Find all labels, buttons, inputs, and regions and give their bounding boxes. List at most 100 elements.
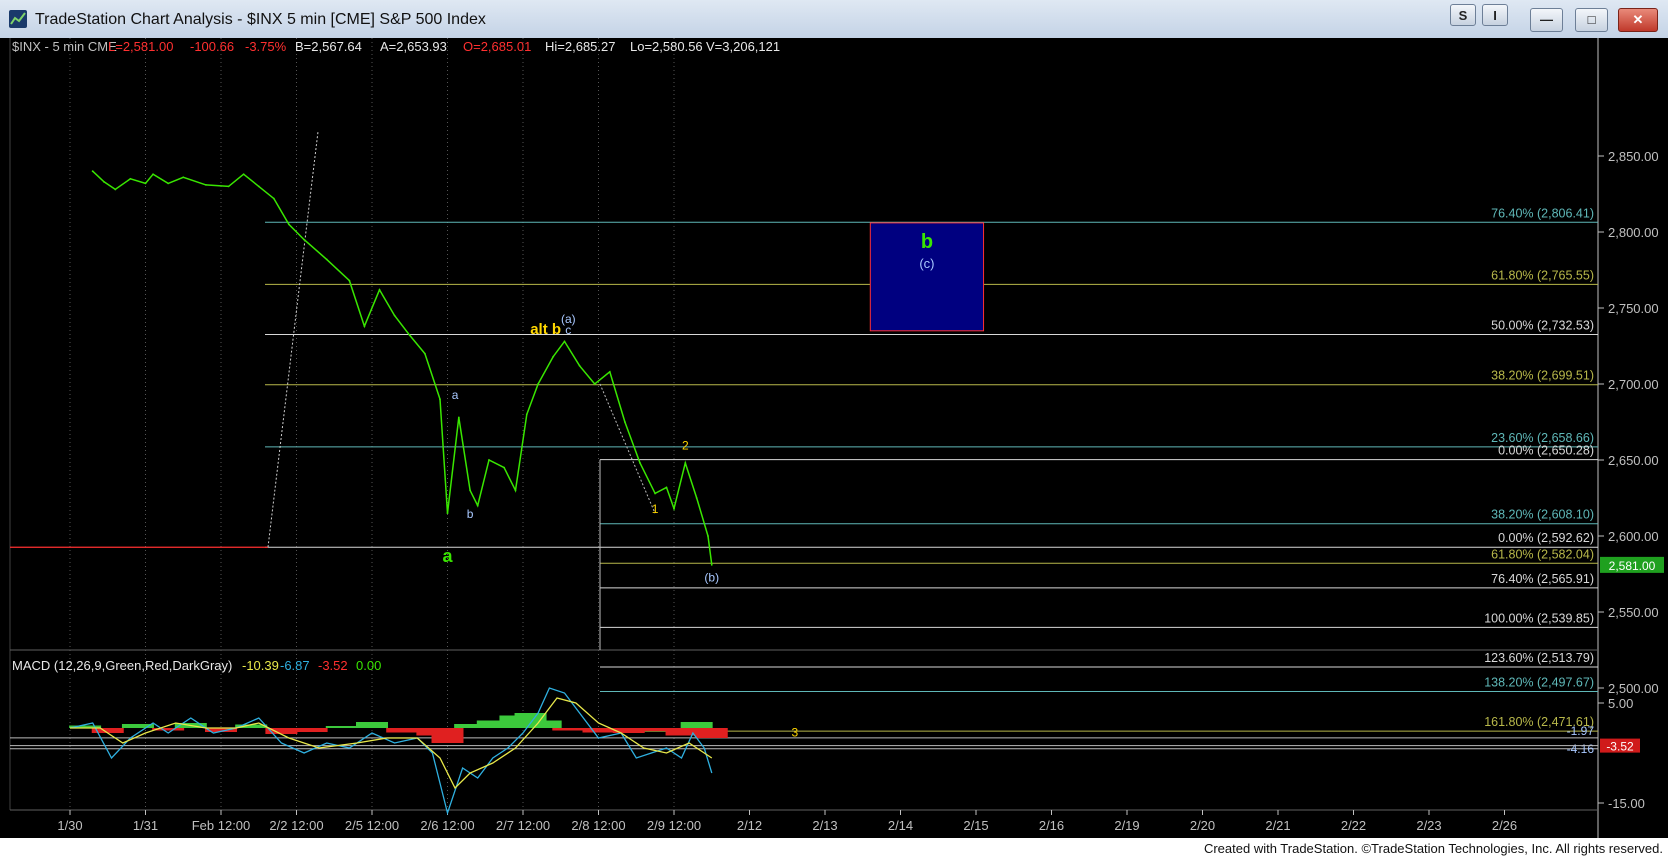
wave-label: (b) [704, 571, 719, 585]
x-tick-label: 2/5 12:00 [345, 818, 399, 833]
wave-label: b [467, 507, 474, 521]
macd-tick-label: 5.00 [1608, 696, 1633, 711]
price-point [257, 185, 260, 188]
macd-tick-label: -15.00 [1608, 796, 1645, 811]
header-low: Lo=2,580.56 [630, 39, 703, 54]
price-tick-label: 2,700.00 [1608, 377, 1659, 392]
macd-signal-line [70, 697, 713, 790]
price-point [423, 352, 426, 355]
fib-level-label: 123.60% (2,513.79) [1484, 651, 1594, 665]
price-tick-label: 2,600.00 [1608, 529, 1659, 544]
price-point [624, 421, 626, 423]
price-point [665, 486, 668, 489]
macd-histogram-bar [386, 728, 419, 733]
x-tick-label: 2/6 12:00 [420, 818, 474, 833]
macd-marker-label: -4.16 [1567, 742, 1595, 756]
macd-hist-value: -3.52 [318, 658, 348, 673]
fib-level-label: 76.40% (2,806.41) [1491, 206, 1594, 220]
price-point [152, 173, 154, 176]
x-tick-label: 2/12 [737, 818, 762, 833]
price-point [348, 279, 351, 282]
macd-histogram-bar [695, 728, 728, 738]
price-point [593, 383, 596, 385]
minimize-button[interactable]: — [1530, 8, 1563, 32]
macd-histogram-bar [552, 728, 585, 731]
price-point [393, 314, 396, 317]
macd-signal-value: -6.87 [280, 658, 310, 673]
macd-marker-label: -3.52 [1606, 740, 1634, 754]
fib-level-label: 61.80% (2,765.55) [1491, 268, 1594, 282]
header-pct: -3.75% [245, 39, 287, 54]
price-point [227, 185, 230, 188]
wave-label: a [452, 388, 459, 402]
wave-label: a [442, 546, 453, 566]
price-line [92, 170, 713, 565]
price-point [129, 177, 132, 180]
x-tick-label: 2/21 [1265, 818, 1290, 833]
wave-trend-line [599, 383, 656, 514]
price-point [272, 197, 275, 200]
macd-histogram-bar [582, 728, 615, 733]
price-point [205, 183, 207, 186]
fib-level-label: 38.20% (2,699.51) [1491, 369, 1594, 383]
close-button[interactable]: ✕ [1618, 8, 1658, 32]
header-bid: B=2,567.64 [295, 39, 362, 54]
price-chart[interactable]: 1/30 1/31 Feb 12:00 2/2 12:00 2/5 12:00 2/6 1… [0, 38, 1668, 838]
price-point [408, 334, 411, 337]
header-high: Hi=2,685.27 [545, 39, 615, 54]
price-point [684, 462, 687, 464]
price-point [182, 176, 185, 179]
price-point [639, 462, 641, 464]
macd-title: MACD (12,26,9,Green,Red,DarkGray) [12, 658, 232, 673]
macd-histogram-bar [325, 726, 358, 728]
x-tick-label: 1/31 [133, 818, 158, 833]
price-point [288, 223, 290, 226]
price-point [710, 563, 713, 566]
fib-level-label: 38.20% (2,608.10) [1491, 508, 1594, 522]
price-point [378, 288, 381, 291]
macd-line [69, 687, 713, 816]
price-point [476, 504, 479, 507]
header-open: O=2,685.01 [463, 39, 531, 54]
x-tick-label: 2/23 [1416, 818, 1441, 833]
wave-label: 2 [682, 438, 689, 452]
price-tick-label: 2,800.00 [1608, 225, 1659, 240]
target-box-subwave-label: (c) [919, 256, 934, 271]
symbol-link-button[interactable]: S [1450, 4, 1476, 26]
x-tick-label: 2/15 [963, 818, 988, 833]
macd-zero-value: 0.00 [356, 658, 381, 673]
x-tick-label: 2/16 [1039, 818, 1064, 833]
macd-marker-label: -1.97 [1567, 724, 1595, 738]
price-point [707, 535, 709, 537]
header-ask: A=2,653.93 [380, 39, 447, 54]
interval-link-button[interactable]: I [1482, 4, 1508, 26]
chart-area[interactable]: 1/30 1/31 Feb 12:00 2/2 12:00 2/5 12:00 2/6 1… [0, 38, 1668, 838]
window-title-bar: TradeStation Chart Analysis - $INX 5 min… [0, 0, 1668, 39]
macd-histogram-bar [612, 728, 645, 733]
header-last: L=2,581.00 [108, 39, 173, 54]
fib-level-label: 50.00% (2,732.53) [1491, 319, 1594, 333]
price-point [457, 416, 460, 419]
price-point [654, 492, 657, 495]
fib-level-label: 0.00% (2,592.62) [1498, 531, 1594, 545]
window-title: TradeStation Chart Analysis - $INX 5 min… [35, 11, 486, 28]
maximize-button[interactable]: □ [1575, 8, 1608, 32]
price-tick-label: 2,650.00 [1608, 453, 1659, 468]
x-tick-label: 2/9 12:00 [647, 818, 701, 833]
fib-level-label: 0.00% (2,650.28) [1498, 444, 1594, 458]
x-tick-label: Feb 12:00 [192, 818, 251, 833]
macd-histogram-bar [356, 722, 388, 728]
price-point [325, 258, 328, 261]
price-tick-label: 2,850.00 [1608, 149, 1659, 164]
price-point [537, 383, 539, 385]
footer-copyright: Created with TradeStation. ©TradeStation… [1203, 841, 1663, 856]
x-tick-label: 2/7 12:00 [496, 818, 550, 833]
price-point [91, 170, 94, 173]
x-tick-label: 2/26 [1492, 818, 1517, 833]
x-tick-label: 2/13 [812, 818, 837, 833]
price-point [525, 413, 528, 416]
last-price-label: 2,581.00 [1609, 559, 1656, 573]
footer: Created with TradeStation. ©TradeStation… [0, 838, 1668, 858]
header-change: -100.66 [190, 39, 234, 54]
price-point [673, 507, 675, 510]
